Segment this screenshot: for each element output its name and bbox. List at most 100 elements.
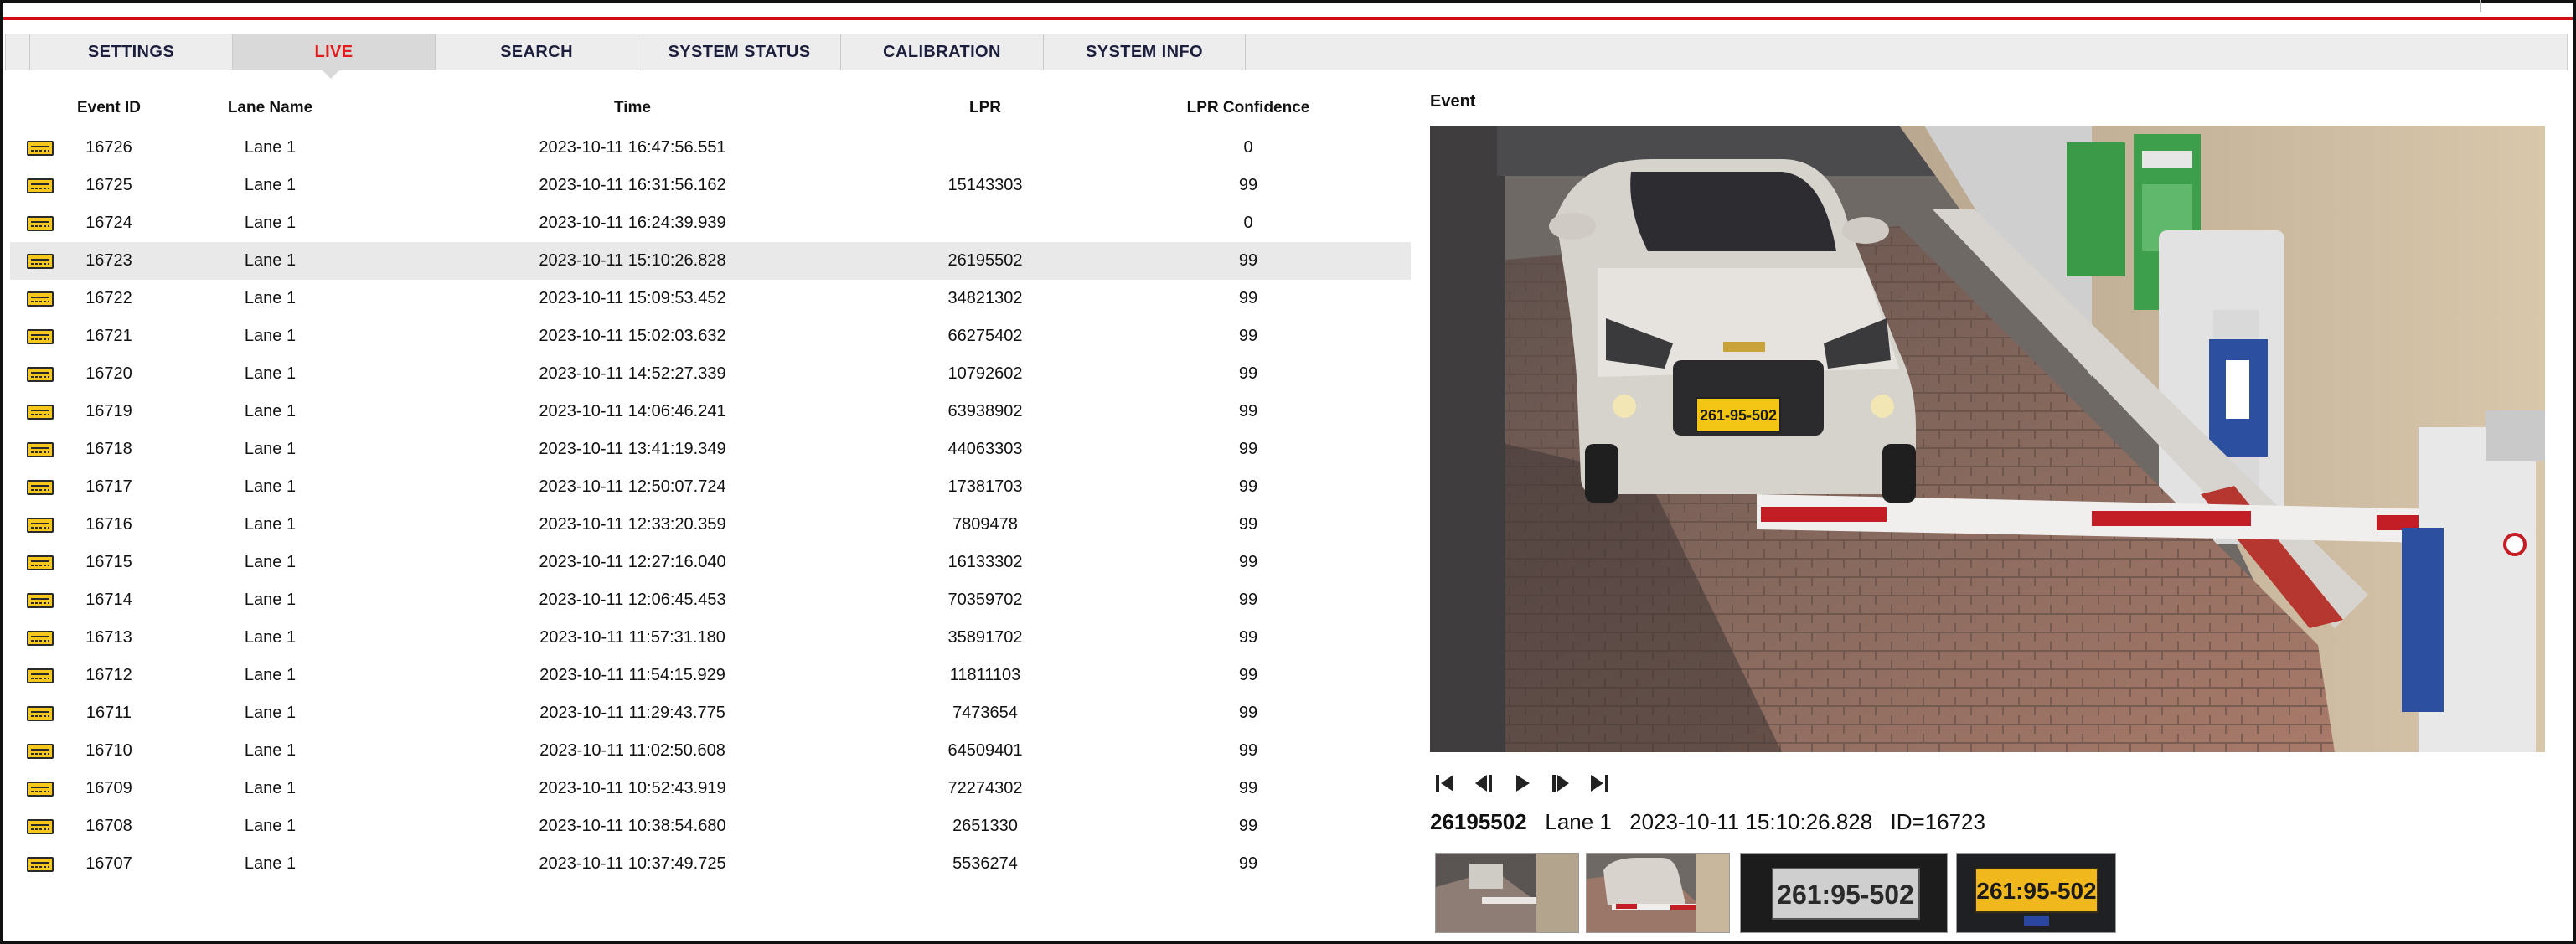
thumb-ir-plate-text: 261:95-502 (1777, 880, 1914, 910)
cell-event-id: 16717 (85, 477, 132, 496)
license-plate-icon[interactable] (27, 593, 54, 608)
tab-settings[interactable]: SETTINGS (29, 34, 232, 70)
cell-lane-name: Lane 1 (244, 666, 297, 684)
thumbnail-plate-ir[interactable]: 261:95-502 (1740, 853, 1948, 933)
license-plate-icon[interactable] (27, 782, 54, 797)
cell-event-id: 16724 (85, 214, 132, 232)
license-plate-icon[interactable] (27, 329, 54, 344)
tab-live[interactable]: LIVE (232, 34, 435, 70)
cell-lpr (943, 204, 1027, 242)
cell-time: 2023-10-11 10:38:54.680 (539, 817, 726, 835)
license-plate-icon[interactable] (27, 706, 54, 721)
license-plate-icon[interactable] (27, 291, 54, 307)
license-plate-icon[interactable] (27, 141, 54, 156)
cell-lpr-confidence: 99 (1238, 779, 1258, 797)
cell-lane-name: Lane 1 (244, 327, 297, 345)
license-plate-icon[interactable] (27, 668, 54, 683)
table-row[interactable]: 16724 Lane 1 2023-10-11 16:24:39.939 0 (10, 204, 1411, 242)
license-plate-icon[interactable] (27, 216, 54, 231)
cell-lane-name: Lane 1 (244, 553, 297, 571)
license-plate-icon[interactable] (27, 254, 54, 269)
tab-system-info[interactable]: SYSTEM INFO (1043, 34, 1246, 70)
table-row[interactable]: 16718 Lane 1 2023-10-11 13:41:19.349 440633… (10, 431, 1411, 468)
cell-event-id: 16707 (85, 854, 132, 873)
cell-time: 2023-10-11 14:06:46.241 (539, 402, 726, 420)
table-row[interactable]: 16709 Lane 1 2023-10-11 10:52:43.919 722743… (10, 770, 1411, 807)
cell-lpr-confidence: 99 (1238, 704, 1258, 722)
table-row[interactable]: 16716 Lane 1 2023-10-11 12:33:20.359 780947… (10, 506, 1411, 544)
table-row[interactable]: 16712 Lane 1 2023-10-11 11:54:15.929 118111… (10, 657, 1411, 694)
table-row[interactable]: 16717 Lane 1 2023-10-11 12:50:07.724 173817… (10, 468, 1411, 506)
cell-lane-name: Lane 1 (244, 214, 297, 232)
cell-lpr-confidence: 0 (1243, 138, 1253, 157)
cell-lpr: 16133302 (947, 553, 1023, 571)
license-plate-icon[interactable] (27, 518, 54, 533)
license-plate-icon[interactable] (27, 819, 54, 834)
cell-time: 2023-10-11 16:47:56.551 (539, 138, 726, 157)
license-plate-icon[interactable] (27, 744, 54, 759)
table-row[interactable]: 16707 Lane 1 2023-10-11 10:37:49.725 553627… (10, 845, 1411, 883)
license-plate-icon[interactable] (27, 857, 54, 872)
header-red-line (3, 17, 2573, 20)
thumbnail-plate-color[interactable]: 261:95-502 (1956, 853, 2116, 933)
col-lane-name[interactable]: Lane Name (209, 99, 331, 117)
cell-lpr: 64509401 (947, 741, 1023, 760)
tab-search[interactable]: SEARCH (435, 34, 638, 70)
table-row[interactable]: 16720 Lane 1 2023-10-11 14:52:27.339 107926… (10, 355, 1411, 393)
license-plate-icon[interactable] (27, 480, 54, 495)
cell-time: 2023-10-11 16:24:39.939 (539, 214, 726, 232)
cell-event-id: 16710 (85, 741, 132, 760)
prev-frame-icon[interactable] (1469, 769, 1499, 797)
table-row[interactable]: 16726 Lane 1 2023-10-11 16:47:56.551 0 (10, 129, 1411, 167)
cell-event-id: 16714 (85, 591, 132, 609)
cell-event-id: 16711 (85, 704, 132, 722)
cell-lpr: 70359702 (947, 591, 1023, 609)
play-icon[interactable] (1507, 769, 1537, 797)
event-panel-title: Event (1430, 92, 1476, 111)
col-lpr[interactable]: LPR (943, 99, 1027, 117)
cell-time: 2023-10-11 14:52:27.339 (539, 364, 726, 383)
license-plate-icon[interactable] (27, 367, 54, 382)
cell-time: 2023-10-11 15:02:03.632 (539, 327, 726, 345)
next-frame-icon[interactable] (1546, 769, 1576, 797)
license-plate-icon[interactable] (27, 442, 54, 457)
table-row[interactable]: 16714 Lane 1 2023-10-11 12:06:45.453 703597… (10, 581, 1411, 619)
cell-lpr: 44063303 (947, 440, 1023, 458)
table-row[interactable]: 16725 Lane 1 2023-10-11 16:31:56.162 151433… (10, 167, 1411, 204)
license-plate-icon[interactable] (27, 631, 54, 646)
thumbnail-overview-1[interactable] (1435, 853, 1579, 933)
cell-lpr-confidence: 99 (1238, 477, 1258, 496)
table-row[interactable]: 16723 Lane 1 2023-10-11 15:10:26.828 261955… (10, 242, 1411, 280)
table-row[interactable]: 16713 Lane 1 2023-10-11 11:57:31.180 358917… (10, 619, 1411, 657)
cell-lpr-confidence: 99 (1238, 327, 1258, 345)
last-frame-icon[interactable] (1584, 769, 1614, 797)
license-plate-icon[interactable] (27, 555, 54, 570)
cell-event-id: 16718 (85, 440, 132, 458)
table-row[interactable]: 16708 Lane 1 2023-10-11 10:38:54.680 265133… (10, 807, 1411, 845)
tab-calibration[interactable]: CALIBRATION (840, 34, 1043, 70)
first-frame-icon[interactable] (1430, 769, 1460, 797)
cell-lpr (943, 129, 1027, 167)
table-row[interactable]: 16711 Lane 1 2023-10-11 11:29:43.775 747365… (10, 694, 1411, 732)
cell-event-id: 16716 (85, 515, 132, 534)
col-lpr-confidence[interactable]: LPR Confidence (1164, 99, 1332, 117)
cell-lpr: 7809478 (952, 515, 1018, 534)
active-tab-caret (321, 69, 341, 79)
cell-time: 2023-10-11 15:10:26.828 (539, 251, 726, 270)
table-row[interactable]: 16722 Lane 1 2023-10-11 15:09:53.452 348213… (10, 280, 1411, 317)
cell-lpr: 66275402 (947, 327, 1023, 345)
thumbnail-overview-2[interactable] (1586, 853, 1730, 933)
cell-lpr: 34821302 (947, 289, 1023, 307)
table-row[interactable]: 16715 Lane 1 2023-10-11 12:27:16.040 161333… (10, 544, 1411, 581)
tab-system-status[interactable]: SYSTEM STATUS (638, 34, 840, 70)
table-row[interactable]: 16721 Lane 1 2023-10-11 15:02:03.632 662754… (10, 317, 1411, 355)
col-event-id[interactable]: Event ID (59, 99, 159, 117)
table-row[interactable]: 16710 Lane 1 2023-10-11 11:02:50.608 645094… (10, 732, 1411, 770)
cell-event-id: 16725 (85, 176, 132, 194)
col-time[interactable]: Time (549, 99, 716, 117)
scene-plate-text: 261-95-502 (1700, 407, 1777, 424)
cell-time: 2023-10-11 11:57:31.180 (539, 628, 725, 647)
license-plate-icon[interactable] (27, 405, 54, 420)
license-plate-icon[interactable] (27, 178, 54, 193)
table-row[interactable]: 16719 Lane 1 2023-10-11 14:06:46.241 639389… (10, 393, 1411, 431)
